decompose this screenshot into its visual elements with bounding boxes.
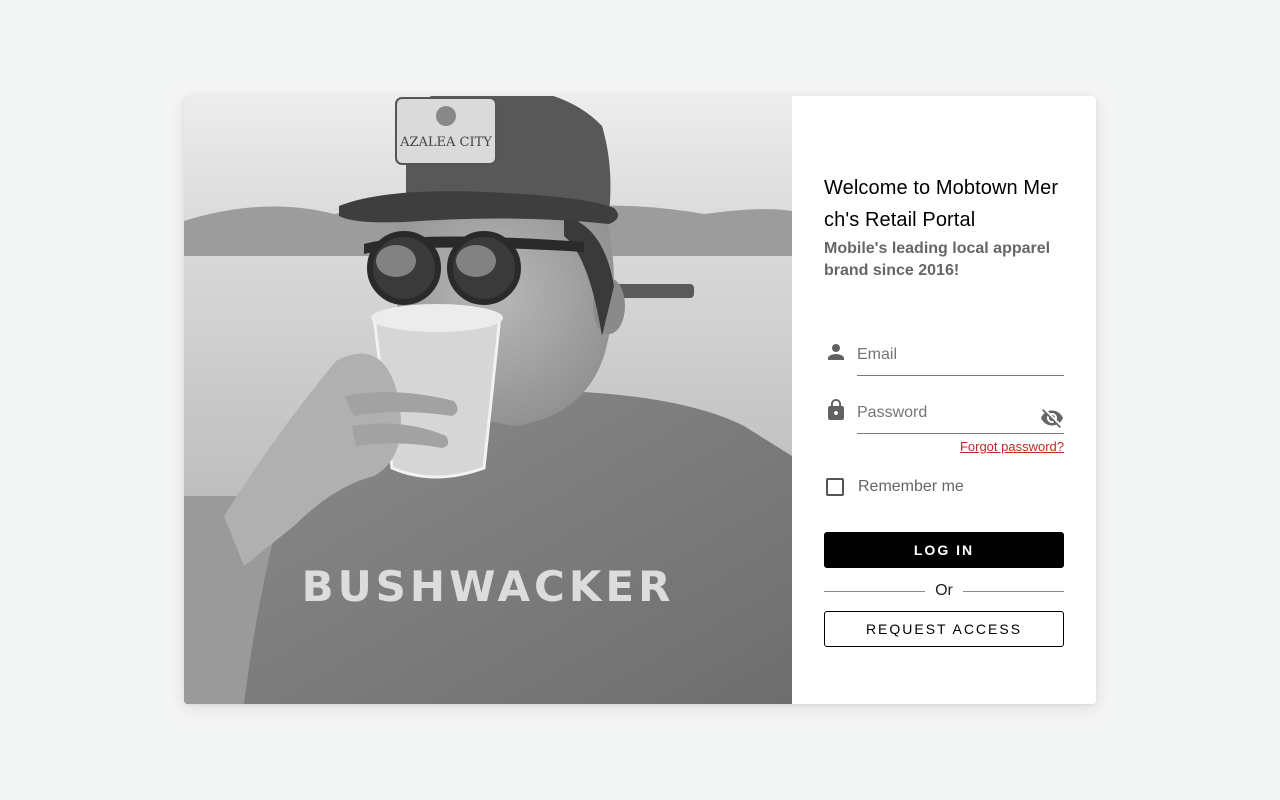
- divider-rule-left: [824, 590, 926, 592]
- password-field[interactable]: Password: [857, 397, 1064, 434]
- remember-me-label[interactable]: Remember me: [858, 478, 964, 496]
- request-access-button[interactable]: REQUEST ACCESS: [824, 611, 1064, 647]
- visibility-off-icon[interactable]: [1040, 406, 1064, 430]
- divider-label: Or: [935, 582, 953, 599]
- email-field[interactable]: Email: [857, 339, 1064, 376]
- email-placeholder: Email: [857, 346, 898, 363]
- hero-photo-illustration: AZALEA CITY BUSHWACKER: [184, 96, 792, 704]
- password-field-row: Password: [824, 398, 1064, 434]
- email-field-row: Email: [824, 340, 1064, 376]
- page-subtitle: Mobile's leading local apparel brand sin…: [824, 240, 1051, 279]
- page-title: Welcome to Mobtown Merch's Retail Portal: [824, 177, 1059, 231]
- password-placeholder: Password: [857, 404, 928, 421]
- remember-me-row: Remember me: [824, 475, 1064, 499]
- lock-icon: [824, 398, 848, 422]
- hat-patch-text: AZALEA CITY: [399, 135, 492, 150]
- login-form: Welcome to Mobtown Merch's Retail Portal…: [824, 172, 1064, 647]
- shirt-text: BUSHWACKER: [302, 562, 675, 611]
- or-divider: Or: [824, 573, 1064, 609]
- login-card: AZALEA CITY BUSHWACKER Welcome to Mobtow…: [184, 96, 1096, 704]
- divider-rule-right: [962, 590, 1064, 592]
- remember-me-checkbox[interactable]: [826, 478, 844, 496]
- person-icon: [824, 340, 848, 364]
- log-in-button[interactable]: LOG IN: [824, 532, 1064, 568]
- login-panel: Welcome to Mobtown Merch's Retail Portal…: [792, 96, 1096, 704]
- hero-photo: AZALEA CITY BUSHWACKER: [184, 96, 792, 704]
- forgot-password-link[interactable]: Forgot password?: [824, 439, 1064, 455]
